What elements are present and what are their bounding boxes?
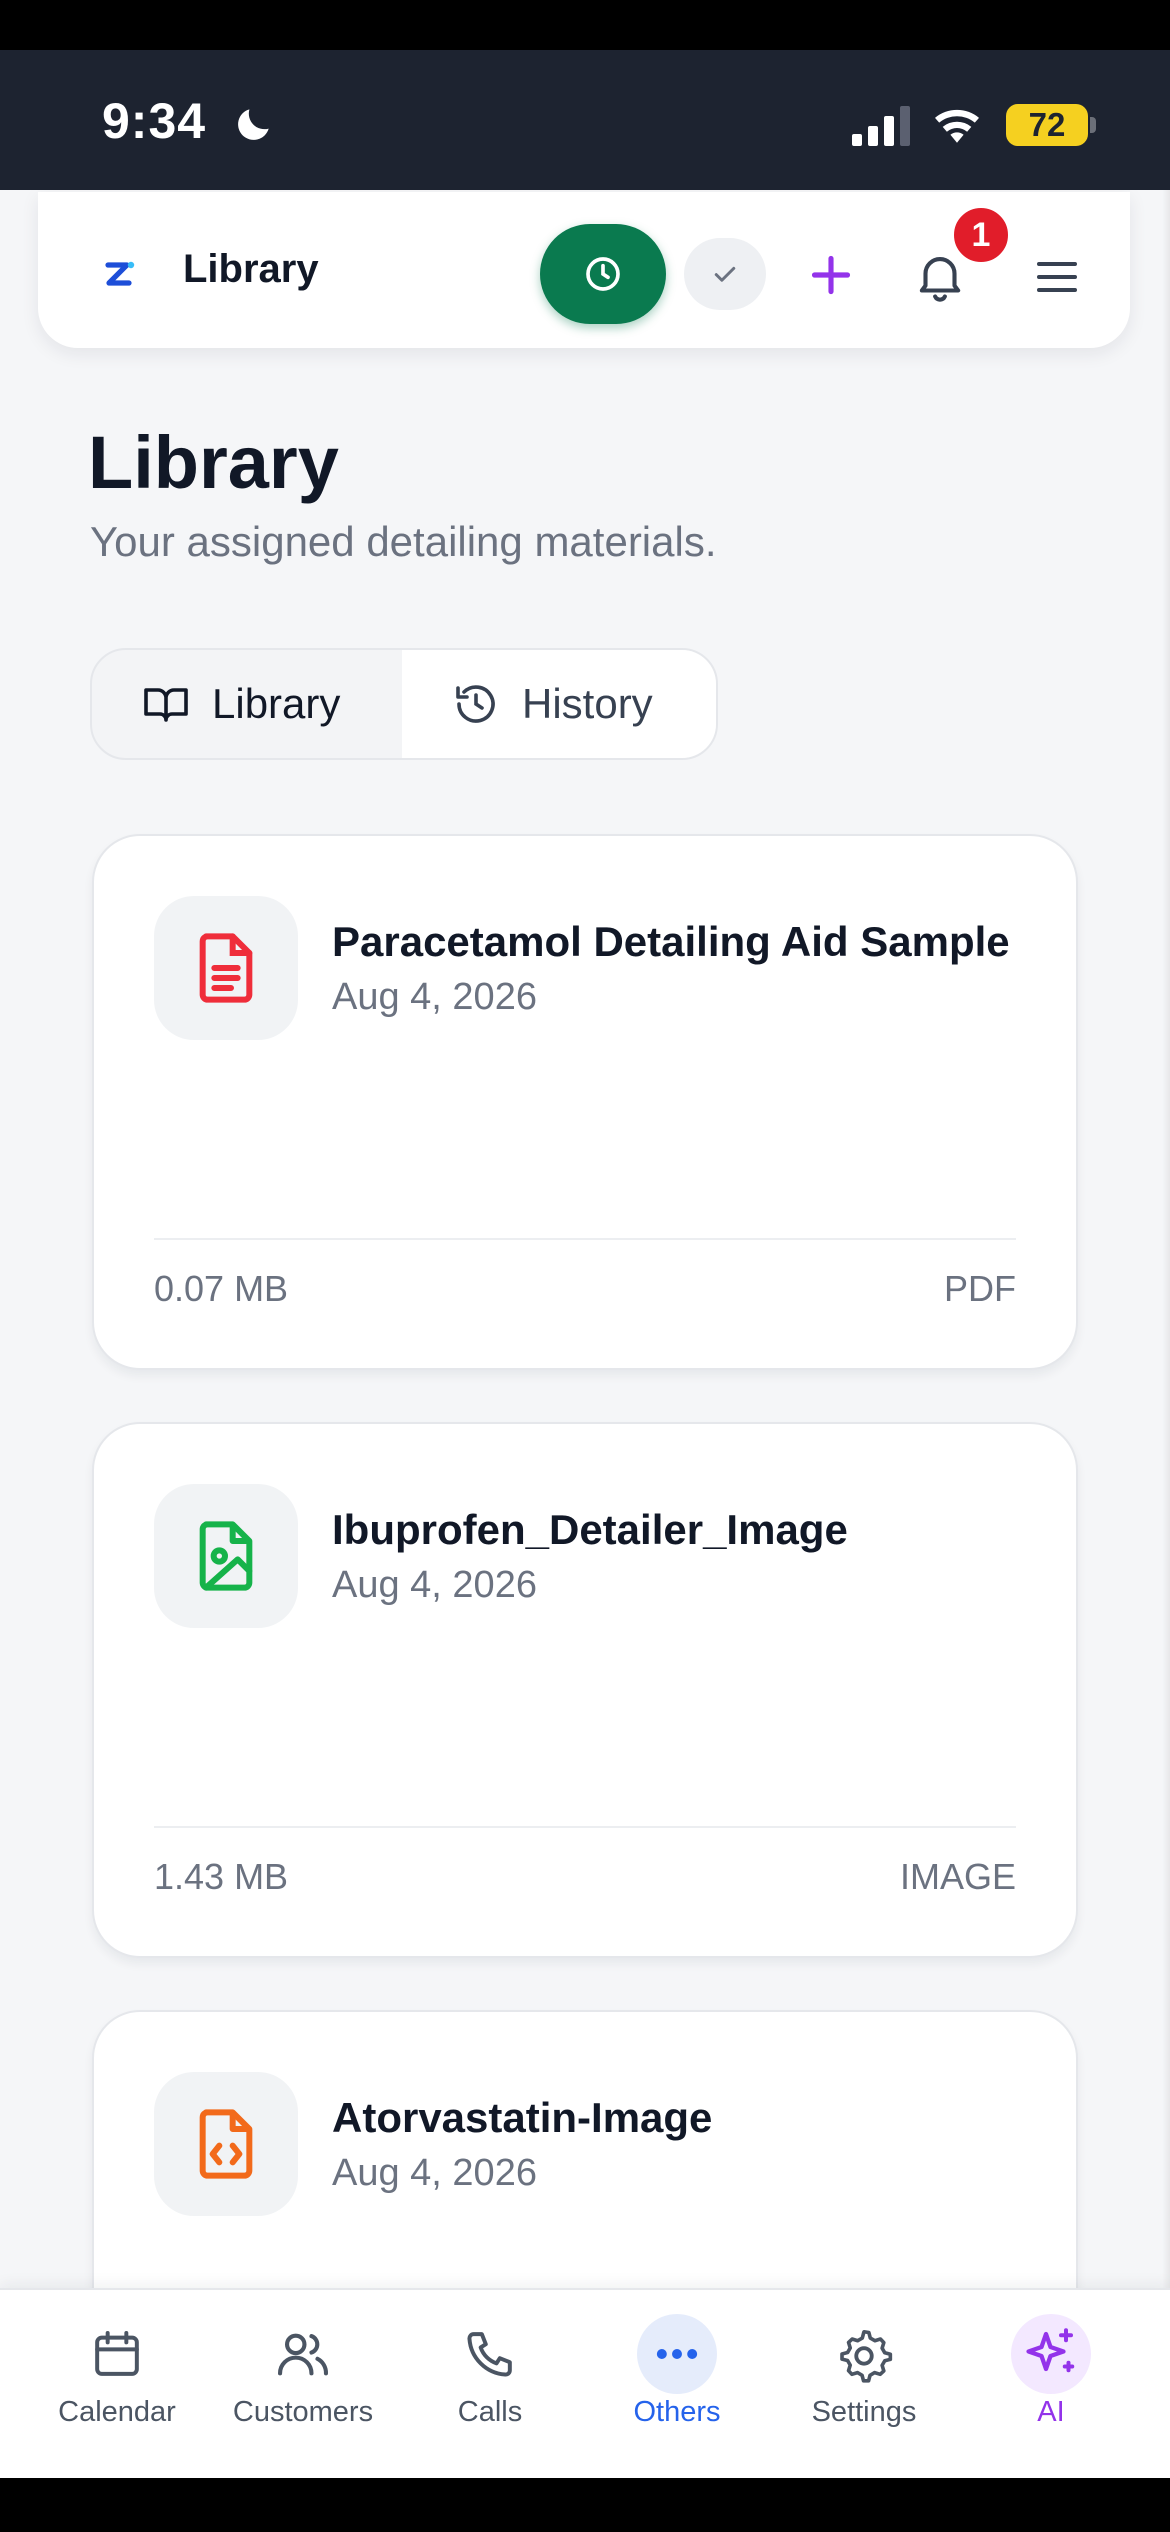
file-icon-container	[154, 2072, 298, 2216]
history-icon	[456, 685, 495, 723]
nav-icon-wrap	[1011, 2314, 1091, 2394]
plus-icon	[811, 255, 851, 295]
status-time: 9:34	[102, 93, 207, 149]
nav-icon-wrap	[637, 2314, 717, 2394]
nav-calendar-label: Calendar	[58, 2396, 176, 2428]
file-type: PDF	[944, 1268, 1016, 1309]
app-screen: Library 1 Library Your assigned detailin…	[0, 190, 1170, 2478]
file-date: Aug 4, 2026	[332, 976, 537, 1018]
file-size: 0.07 MB	[154, 1268, 289, 1309]
nav-customers[interactable]: Customers	[208, 2290, 398, 2480]
nav-customers-label: Customers	[232, 2396, 374, 2428]
nav-ai-label: AI	[1037, 2396, 1065, 2428]
device-top-bezel	[0, 0, 1170, 50]
file-date: Aug 4, 2026	[332, 2152, 537, 2194]
sparkles-icon	[1026, 2328, 1075, 2373]
add-button[interactable]	[800, 244, 862, 306]
notification-badge: 1	[950, 204, 1012, 266]
wifi-icon	[935, 109, 979, 143]
header-title: Library	[183, 247, 319, 291]
edge-shadow	[1162, 190, 1170, 2478]
file-icon-container	[154, 896, 298, 1040]
pdf-file-icon	[199, 933, 253, 1003]
file-size: 1.43 MB	[154, 1856, 289, 1897]
view-tabs: Library History	[90, 648, 718, 760]
file-name: Atorvastatin-Image	[332, 2094, 713, 2141]
battery-cap	[1090, 117, 1096, 133]
nav-calls[interactable]: Calls	[395, 2290, 585, 2480]
tab-library-label: Library	[212, 680, 341, 727]
clock-icon	[586, 257, 620, 291]
status-bar: 9:34 72	[0, 50, 1170, 190]
card-divider	[154, 1238, 1016, 1240]
nav-calendar[interactable]: Calendar	[22, 2290, 212, 2480]
nav-calls-label: Calls	[457, 2396, 523, 2428]
users-icon	[277, 2333, 329, 2376]
nav-settings-label: Settings	[811, 2396, 917, 2428]
nav-icon-wrap	[77, 2314, 157, 2394]
calendar-icon	[95, 2331, 139, 2376]
battery-indicator: 72	[1006, 104, 1088, 146]
bottom-navigation: Calendar Customers Calls Others Settings…	[0, 2288, 1170, 2478]
book-open-icon	[144, 688, 188, 722]
gear-icon	[840, 2329, 893, 2383]
file-date: Aug 4, 2026	[332, 1564, 537, 1606]
tab-history-label: History	[522, 680, 653, 727]
nav-others[interactable]: Others	[582, 2290, 772, 2480]
file-card[interactable]: Paracetamol Detailing Aid Sample Aug 4, …	[92, 834, 1078, 1370]
more-horizontal-icon	[656, 2349, 698, 2359]
image-file-icon	[199, 1521, 253, 1591]
check-icon	[714, 266, 736, 282]
nav-icon-wrap	[263, 2314, 343, 2394]
tab-history[interactable]: History	[402, 650, 716, 758]
brand-logo-icon[interactable]	[100, 254, 140, 294]
hamburger-menu-icon	[1037, 262, 1077, 292]
phone-icon	[467, 2332, 512, 2377]
page-title: Library	[88, 421, 339, 504]
menu-button[interactable]	[1026, 246, 1088, 308]
timer-button[interactable]	[540, 224, 666, 324]
file-name: Paracetamol Detailing Aid Sample	[332, 918, 1010, 965]
nav-ai[interactable]: AI	[956, 2290, 1146, 2480]
check-button[interactable]	[684, 238, 766, 310]
top-header: Library 1	[38, 192, 1130, 348]
file-type: IMAGE	[899, 1856, 1016, 1897]
device-bottom-bezel	[0, 2478, 1170, 2532]
nav-icon-wrap	[450, 2314, 530, 2394]
file-card[interactable]: Ibuprofen_Detailer_Image Aug 4, 2026 1.4…	[92, 1422, 1078, 1958]
file-name: Ibuprofen_Detailer_Image	[332, 1506, 848, 1553]
tab-library[interactable]: Library	[92, 650, 402, 758]
card-divider	[154, 1826, 1016, 1828]
nav-others-label: Others	[633, 2396, 721, 2428]
page-subtitle: Your assigned detailing materials.	[90, 518, 717, 565]
signal-icon	[852, 106, 910, 146]
moon-icon	[238, 109, 269, 140]
file-icon-container	[154, 1484, 298, 1628]
nav-settings[interactable]: Settings	[769, 2290, 959, 2480]
nav-icon-wrap	[824, 2314, 904, 2394]
code-file-icon	[199, 2109, 253, 2179]
